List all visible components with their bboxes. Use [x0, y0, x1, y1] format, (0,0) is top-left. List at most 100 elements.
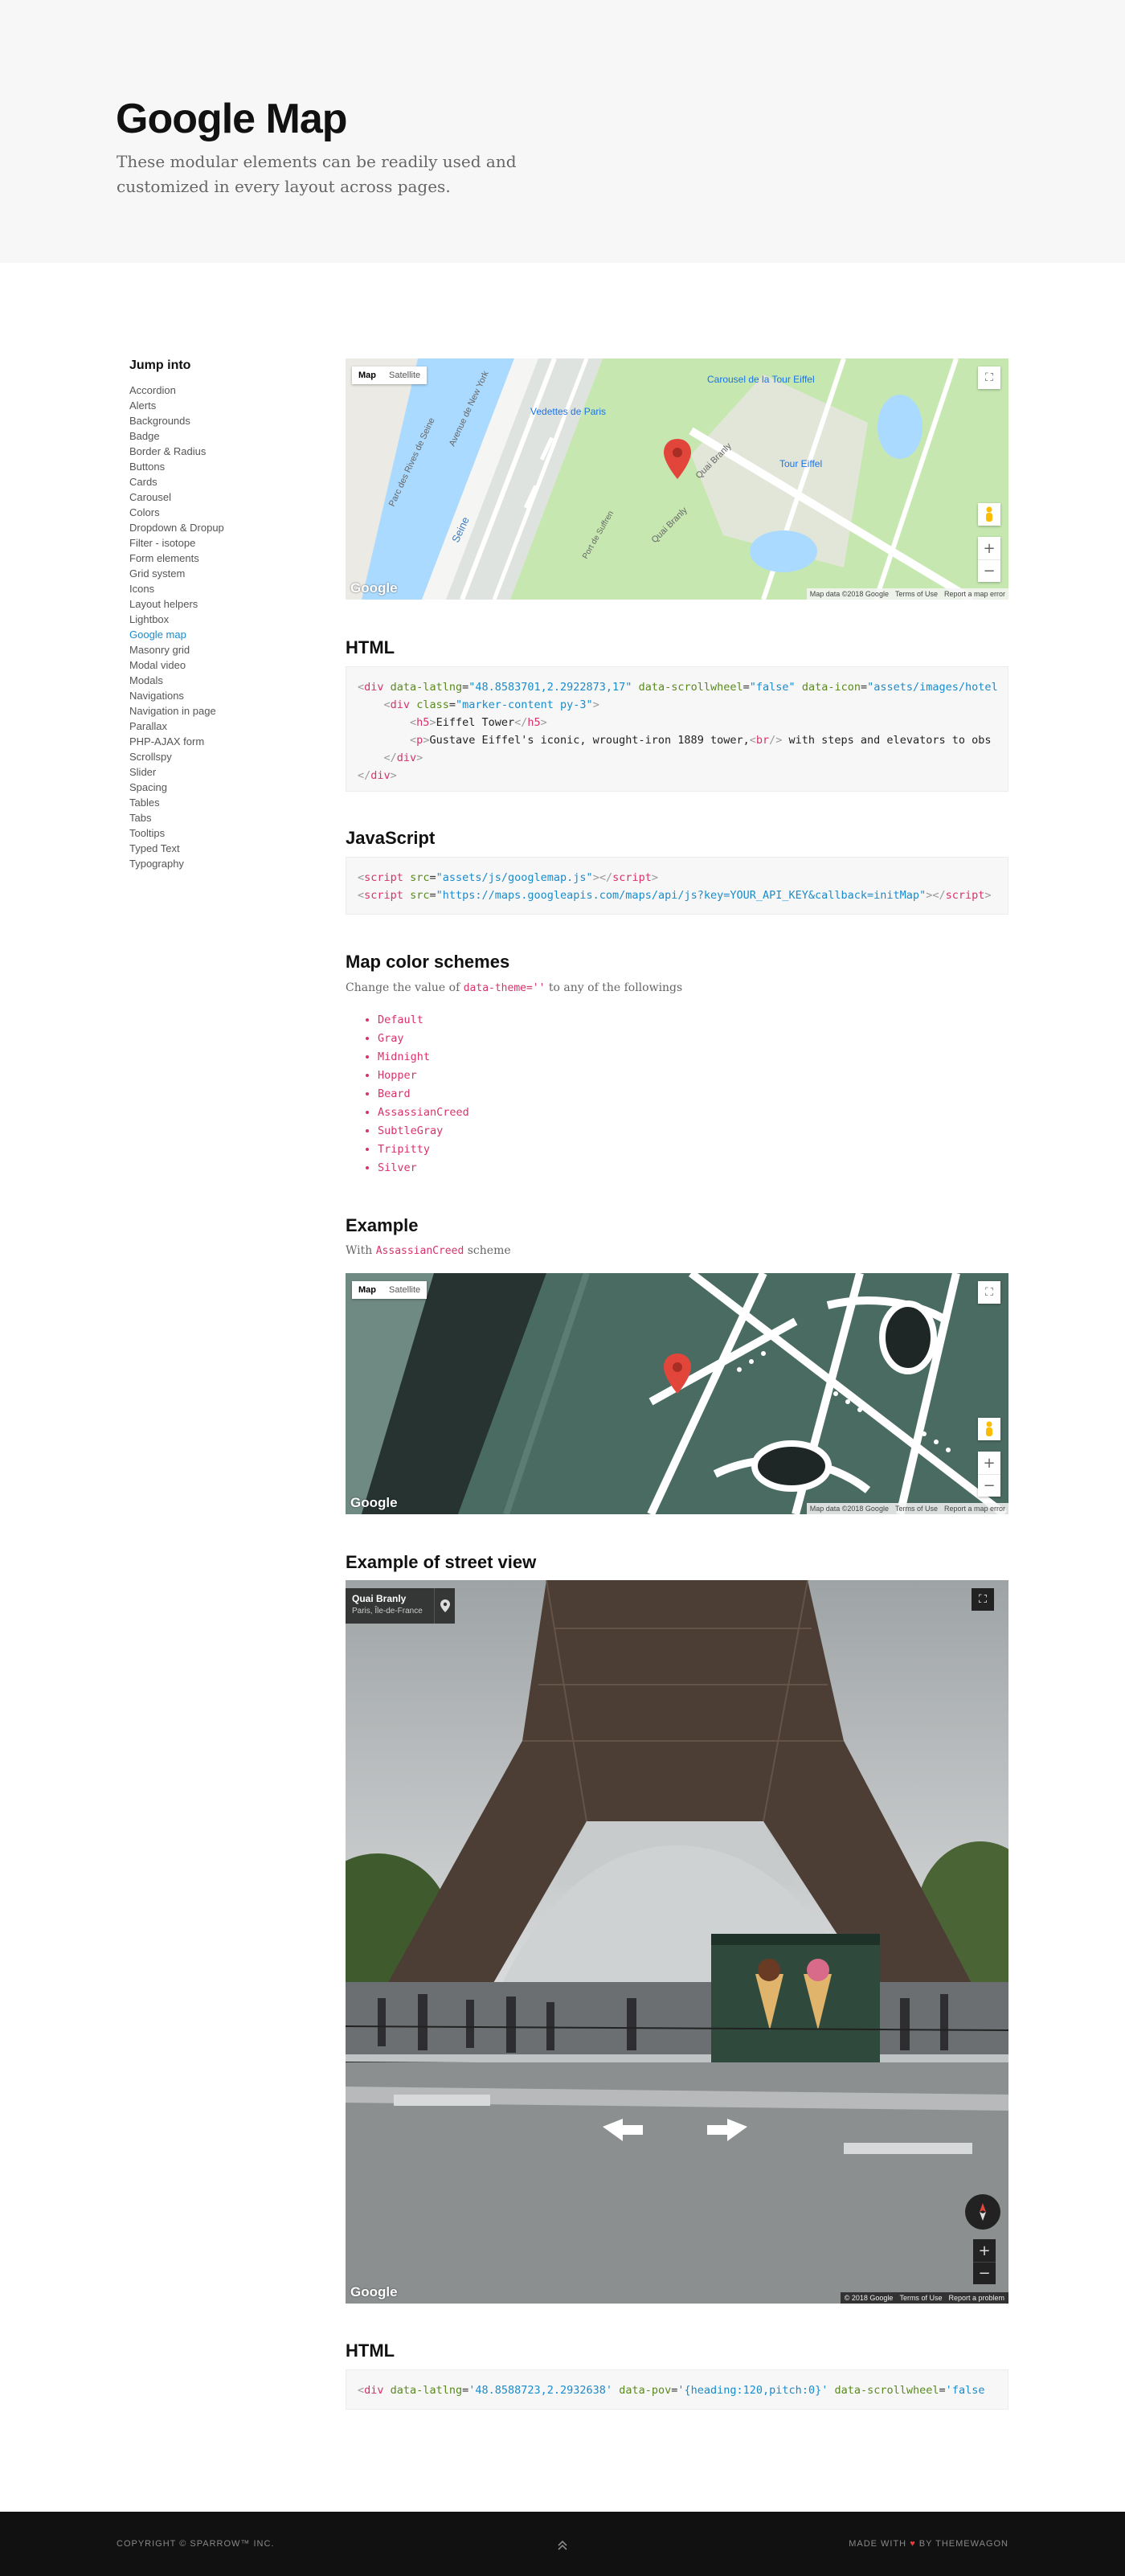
html-code-block: <div data-latlng="48.8583701,2.2922873,1…: [346, 666, 1008, 792]
map-marker-icon[interactable]: [664, 1354, 691, 1394]
sidebar-item-slider[interactable]: Slider: [129, 764, 290, 780]
html-section-title: HTML: [346, 637, 395, 657]
page-subtitle: These modular elements can be readily us…: [117, 152, 517, 196]
map-type-satellite-button[interactable]: Satellite: [382, 367, 427, 384]
street-attribution: © 2018 Google Terms of Use Report a prob…: [840, 2292, 1008, 2304]
street-view[interactable]: Quai Branly Paris, Île-de-France ⛶ + − G…: [346, 1580, 1008, 2304]
pegman-icon[interactable]: [978, 1418, 1000, 1440]
sidebar-item-buttons[interactable]: Buttons: [129, 459, 290, 474]
zoom-out-button[interactable]: −: [978, 1474, 1000, 1497]
sidebar-item-tooltips[interactable]: Tooltips: [129, 825, 290, 841]
sidebar-item-dropdown-dropup[interactable]: Dropdown & Dropup: [129, 520, 290, 535]
sidebar-item-lightbox[interactable]: Lightbox: [129, 612, 290, 627]
map-data-text: Map data ©2018 Google: [809, 590, 889, 598]
jump-into-nav: Jump into Accordion Alerts Backgrounds Badg…: [129, 358, 290, 871]
street-section-title: Example of street view: [346, 1552, 537, 1572]
sidebar-heading: Jump into: [129, 358, 191, 372]
sidebar-item-modals[interactable]: Modals: [129, 673, 290, 688]
sidebar-item-navigation-in-page[interactable]: Navigation in page: [129, 703, 290, 719]
terms-link[interactable]: Terms of Use: [895, 1505, 938, 1513]
copyright-text: COPYRIGHT © SPARROW™ INC.: [117, 2539, 275, 2549]
schemes-list: DefaultGrayMidnightHopperBeardAssassianC…: [378, 1011, 469, 1177]
fullscreen-icon[interactable]: ⛶: [972, 1588, 994, 1611]
sidebar-item-backgrounds[interactable]: Backgrounds: [129, 413, 290, 428]
scheme-item: Beard: [378, 1085, 469, 1104]
zoom-in-button[interactable]: +: [978, 1452, 1000, 1474]
sidebar-item-border-radius[interactable]: Border & Radius: [129, 444, 290, 459]
sidebar-item-typed-text[interactable]: Typed Text: [129, 841, 290, 856]
map-marker-icon[interactable]: [664, 439, 691, 479]
js-code-block: <script src="assets/js/googlemap.js"></s…: [346, 857, 1008, 915]
back-to-top-icon[interactable]: [554, 2537, 571, 2553]
sidebar-item-spacing[interactable]: Spacing: [129, 780, 290, 795]
google-logo: Google: [350, 2284, 398, 2300]
sidebar-item-navigations[interactable]: Navigations: [129, 688, 290, 703]
report-error-link[interactable]: Report a map error: [944, 1505, 1005, 1513]
page-title: Google Map: [116, 96, 348, 142]
scheme-item: Hopper: [378, 1067, 469, 1085]
terms-link[interactable]: Terms of Use: [899, 2294, 942, 2302]
sidebar-item-filter-isotope[interactable]: Filter - isotope: [129, 535, 290, 551]
heart-icon: ♥: [910, 2539, 916, 2549]
zoom-control: + −: [978, 1452, 1000, 1497]
google-map-dark[interactable]: Map Satellite ⛶ + − Google Map data ©201…: [346, 1273, 1008, 1514]
sidebar-item-form-elements[interactable]: Form elements: [129, 551, 290, 566]
terms-link[interactable]: Terms of Use: [895, 590, 938, 598]
sidebar-item-modal-video[interactable]: Modal video: [129, 657, 290, 673]
report-error-link[interactable]: Report a map error: [944, 590, 1005, 598]
map-type-satellite-button[interactable]: Satellite: [382, 1281, 427, 1299]
zoom-out-button[interactable]: −: [973, 2262, 996, 2284]
fullscreen-icon[interactable]: ⛶: [978, 1281, 1000, 1304]
pegman-icon[interactable]: [978, 503, 1000, 526]
map-type-control: Map Satellite: [352, 1281, 428, 1299]
map-attribution: Map data ©2018 Google Terms of Use Repor…: [806, 1503, 1008, 1514]
zoom-in-button[interactable]: +: [973, 2239, 996, 2262]
map-type-control: Map Satellite: [352, 367, 428, 384]
fullscreen-icon[interactable]: ⛶: [978, 367, 1000, 389]
map-canvas-dark: [346, 1273, 1008, 1514]
sidebar-item-badge[interactable]: Badge: [129, 428, 290, 444]
zoom-control: + −: [978, 537, 1000, 582]
location-pin-icon[interactable]: [434, 1588, 455, 1624]
html2-section-title: HTML: [346, 2341, 395, 2361]
sidebar-item-grid-system[interactable]: Grid system: [129, 566, 290, 581]
google-logo: Google: [350, 580, 398, 596]
sidebar-item-icons[interactable]: Icons: [129, 581, 290, 596]
sidebar-item-scrollspy[interactable]: Scrollspy: [129, 749, 290, 764]
street-view-panorama: [346, 1580, 1008, 2304]
google-map[interactable]: Vedettes de Paris Carousel de la Tour Ei…: [346, 358, 1008, 600]
sidebar-item-typography[interactable]: Typography: [129, 856, 290, 871]
sidebar-item-php-ajax-form[interactable]: PHP-AJAX form: [129, 734, 290, 749]
sidebar-item-masonry-grid[interactable]: Masonry grid: [129, 642, 290, 657]
page-header: Google Map These modular elements can be…: [0, 0, 1125, 263]
sidebar-item-carousel[interactable]: Carousel: [129, 489, 290, 505]
schemes-description: Change the value of data-theme='' to any…: [346, 981, 683, 994]
sidebar-list: Accordion Alerts Backgrounds Badge Border & …: [129, 383, 290, 871]
scheme-item: Silver: [378, 1159, 469, 1177]
sidebar-item-colors[interactable]: Colors: [129, 505, 290, 520]
page-footer: COPYRIGHT © SPARROW™ INC. MADE WITH ♥ BY…: [0, 2512, 1125, 2576]
compass-icon[interactable]: [965, 2194, 1000, 2230]
sidebar-item-parallax[interactable]: Parallax: [129, 719, 290, 734]
svg-text:Tour Eiffel: Tour Eiffel: [779, 458, 822, 469]
zoom-in-button[interactable]: +: [978, 537, 1000, 559]
themewagon-link[interactable]: BY THEMEWAGON: [919, 2539, 1008, 2549]
sidebar-item-tables[interactable]: Tables: [129, 795, 290, 810]
map-type-map-button[interactable]: Map: [352, 1281, 382, 1299]
street-zoom-control: + −: [973, 2239, 996, 2284]
example-section-title: Example: [346, 1215, 419, 1235]
report-problem-link[interactable]: Report a problem: [948, 2294, 1004, 2302]
sidebar-item-accordion[interactable]: Accordion: [129, 383, 290, 398]
js-section-title: JavaScript: [346, 828, 436, 848]
scheme-item: Tripitty: [378, 1141, 469, 1159]
schemes-section-title: Map color schemes: [346, 952, 510, 972]
scheme-item: SubtleGray: [378, 1122, 469, 1141]
zoom-out-button[interactable]: −: [978, 559, 1000, 582]
sidebar-item-cards[interactable]: Cards: [129, 474, 290, 489]
svg-text:Vedettes de Paris: Vedettes de Paris: [530, 406, 606, 417]
sidebar-item-alerts[interactable]: Alerts: [129, 398, 290, 413]
sidebar-item-tabs[interactable]: Tabs: [129, 810, 290, 825]
sidebar-item-google-map[interactable]: Google map: [129, 627, 290, 642]
map-type-map-button[interactable]: Map: [352, 367, 382, 384]
sidebar-item-layout-helpers[interactable]: Layout helpers: [129, 596, 290, 612]
